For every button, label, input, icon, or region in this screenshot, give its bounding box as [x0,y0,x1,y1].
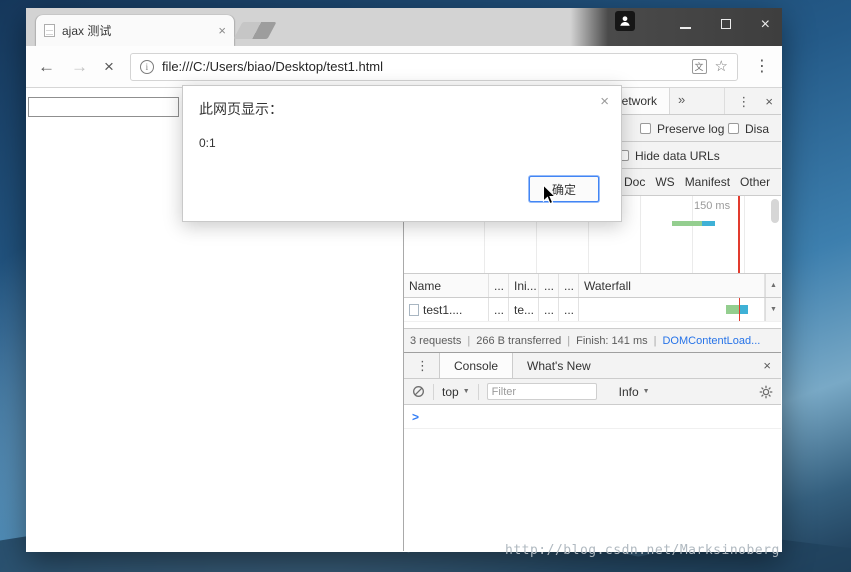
stop-button[interactable]: × [104,58,114,75]
toolbar-divider [477,383,479,400]
devtools-menu-button[interactable]: ⋮ [737,95,750,108]
hide-data-urls-label[interactable]: Hide data URLs [635,149,720,163]
tab-title: ajax 测试 [62,24,112,38]
new-tab-button[interactable] [233,22,277,39]
console-prompt-row[interactable]: > [404,405,781,429]
cell-size: ... [539,298,559,321]
back-button[interactable]: ← [38,58,55,75]
alert-title: 此网页显示： [199,101,283,117]
desktop: ajax 测试 × × ← → × file:/// [0,0,851,572]
toolbar-divider [433,383,434,400]
cell-waterfall [579,298,765,321]
load-event-line [739,298,740,321]
browser-tab[interactable]: ajax 测试 × [36,15,234,46]
maximize-icon [720,19,731,29]
console-output: > [404,405,781,551]
cell-name: test1.... [404,298,489,321]
request-waterfall-bar-green [726,305,740,314]
cell-type: te... [509,298,539,321]
col-initiator[interactable]: Ini... [509,274,539,297]
table-scroll-up[interactable]: ▲ [765,274,781,297]
finish-time: Finish: 141 ms [576,334,648,347]
tick-150ms: 150 ms [694,200,731,212]
overview-waterfall-bar-green [672,221,702,226]
tab-strip: ajax 测试 × × [26,8,782,46]
url-text: file:///C:/Users/biao/Desktop/test1.html [161,59,384,74]
forward-button[interactable]: → [71,58,88,75]
cell-time: ... [559,298,579,321]
overview-waterfall-bar-blue [702,221,715,226]
settings-gear-icon[interactable] [759,385,773,399]
tab-console[interactable]: Console [439,353,514,378]
gridline [744,196,745,273]
minimize-button[interactable] [679,16,691,34]
file-icon [409,303,419,316]
col-waterfall[interactable]: Waterfall [579,274,765,297]
transferred-size: 266 B transferred [476,334,562,347]
console-drawer-tabbar: ⋮ Console What's New × [404,352,781,379]
overview-scrollbar-thumb[interactable] [771,199,779,223]
filter-manifest[interactable]: Manifest [685,175,730,189]
load-event-line [738,196,740,273]
drawer-menu-button[interactable]: ⋮ [416,359,429,372]
disable-cache-checkbox[interactable] [728,123,739,134]
favicon-document-icon [44,24,55,37]
col-time[interactable]: ... [559,274,579,297]
bookmark-star-icon[interactable]: ☆ [715,59,728,74]
browser-toolbar: ← → × file:///C:/Users/biao/Desktop/test… [26,46,782,88]
chevron-down-icon: ▼ [642,388,650,395]
alert-close-icon[interactable]: × [600,93,609,110]
mouse-cursor [542,183,557,210]
alert-dialog: 此网页显示： × 0:1 确定 [182,85,622,222]
cell-status: ... [489,298,509,321]
tab-whats-new[interactable]: What's New [513,353,605,378]
gridline [692,196,693,273]
network-summary-bar: 3 requests | 266 B transferred | Finish:… [404,328,781,352]
window-close-button[interactable]: × [761,17,770,33]
col-status[interactable]: ... [489,274,509,297]
preserve-log-label[interactable]: Preserve log [657,122,724,136]
disable-cache-label[interactable]: Disa [745,122,769,136]
network-table-header: Name ... Ini... ... ... Waterfall ▲ [404,274,781,298]
context-selector[interactable]: top ▼ [442,385,470,399]
requests-count: 3 requests [410,334,462,347]
gridline [640,196,641,273]
minimize-icon [679,27,691,29]
col-name[interactable]: Name [404,274,489,297]
window-controls: × [679,8,770,42]
page-info-icon[interactable] [139,59,154,74]
filter-ws[interactable]: WS [655,175,674,189]
drawer-close-button[interactable]: × [763,359,771,372]
console-toolbar: top ▼ Info ▼ [404,379,781,405]
browser-menu-button[interactable]: ⋮ [754,58,770,75]
filter-doc[interactable]: Doc [624,175,645,189]
alert-ok-button[interactable]: 确定 [529,176,599,202]
filter-other[interactable]: Other [740,175,770,189]
translate-icon[interactable] [691,59,707,74]
domcontentloaded-time: DOMContentLoad... [662,334,761,347]
alert-message: 0:1 [199,136,216,150]
devtools-close-button[interactable]: × [765,95,773,108]
watermark-text: http://blog.csdn.net/Marksinoberg [505,543,780,558]
table-scroll-down[interactable]: ▼ [765,298,781,321]
more-tabs-chevron[interactable]: » [678,92,685,107]
person-icon [620,16,630,26]
log-level-selector[interactable]: Info ▼ [619,385,650,399]
col-size[interactable]: ... [539,274,559,297]
chevron-down-icon: ▼ [462,388,470,395]
address-bar[interactable]: file:///C:/Users/biao/Desktop/test1.html… [129,52,738,81]
tab-close-icon[interactable]: × [218,24,226,37]
clear-console-icon[interactable] [412,385,425,398]
page-text-input[interactable] [28,97,179,117]
maximize-button[interactable] [720,16,731,34]
network-request-row[interactable]: test1.... ... te... ... ... ▼ [404,298,781,322]
profile-button[interactable] [615,11,635,31]
preserve-log-checkbox[interactable] [640,123,651,134]
console-filter-input[interactable] [486,383,597,400]
request-waterfall-bar-blue [740,305,748,314]
console-prompt-chevron: > [412,409,420,424]
